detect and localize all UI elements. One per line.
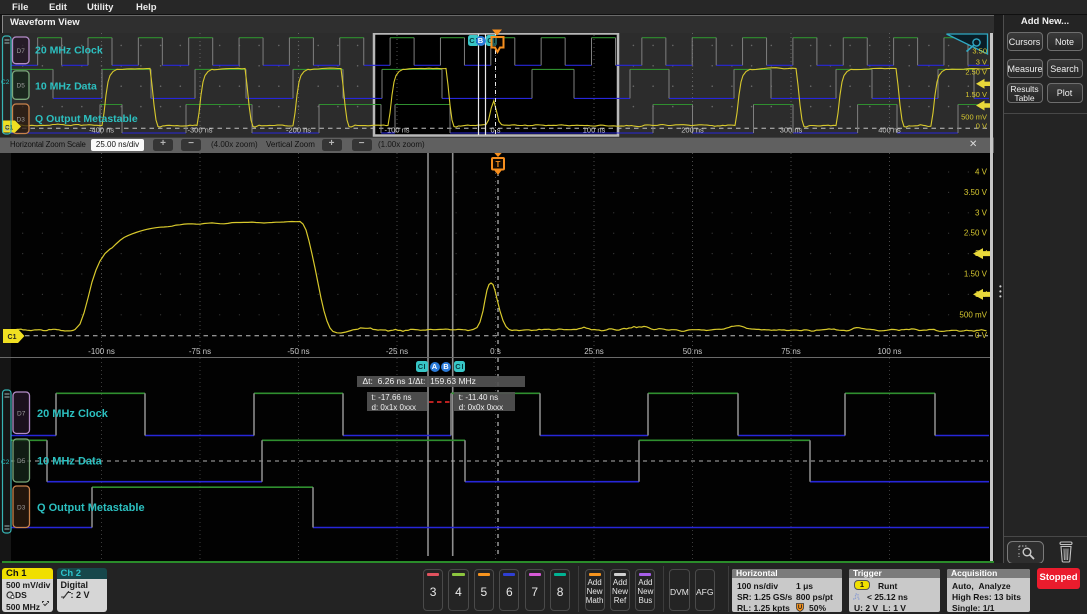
svg-text:D3: D3 <box>17 116 26 123</box>
svg-text:0 V: 0 V <box>975 331 988 340</box>
svg-text:3 V: 3 V <box>975 208 988 217</box>
svg-text:D7: D7 <box>17 48 26 55</box>
svg-text:75 ns: 75 ns <box>781 347 801 356</box>
svg-text:D7: D7 <box>17 410 26 417</box>
svg-text:20 MHz Clock: 20 MHz Clock <box>35 45 103 57</box>
svg-text:3.50 V: 3.50 V <box>964 188 988 197</box>
svg-text:0 s: 0 s <box>490 347 501 356</box>
svg-text:D3: D3 <box>17 504 26 511</box>
svg-text:500 mV: 500 mV <box>961 113 987 122</box>
svg-text:0 s: 0 s <box>490 126 500 135</box>
svg-text:T: T <box>496 160 501 169</box>
svg-text:100 ns: 100 ns <box>877 347 901 356</box>
svg-text:Q Output Metastable: Q Output Metastable <box>37 502 145 514</box>
svg-text:4 V: 4 V <box>975 168 988 177</box>
svg-text:20 MHz Clock: 20 MHz Clock <box>37 408 109 420</box>
svg-text:U: U <box>798 605 802 611</box>
svg-text:100 ns: 100 ns <box>583 126 606 135</box>
svg-text:400 ns: 400 ns <box>878 126 901 135</box>
svg-text:200 ns: 200 ns <box>681 126 704 135</box>
svg-text:-400 ns: -400 ns <box>89 126 114 135</box>
svg-text:3.50: 3.50 <box>972 47 987 56</box>
svg-text:10 MHz Data: 10 MHz Data <box>35 81 97 93</box>
svg-text:2.50 V: 2.50 V <box>964 229 988 238</box>
svg-text:300 ns: 300 ns <box>780 126 803 135</box>
svg-text:-50 ns: -50 ns <box>287 347 309 356</box>
svg-text:-200 ns: -200 ns <box>286 126 311 135</box>
svg-text:D5: D5 <box>17 83 26 90</box>
svg-text:-100 ns: -100 ns <box>88 347 115 356</box>
svg-text:-100 ns: -100 ns <box>384 126 409 135</box>
svg-text:50 ns: 50 ns <box>683 347 703 356</box>
svg-text:2.50 V: 2.50 V <box>965 68 987 77</box>
svg-text:1.50 V: 1.50 V <box>964 270 988 279</box>
svg-text:10 MHz Data: 10 MHz Data <box>37 456 103 468</box>
svg-text:C1: C1 <box>8 334 17 341</box>
svg-text:-300 ns: -300 ns <box>187 126 212 135</box>
svg-text:25 ns: 25 ns <box>584 347 604 356</box>
svg-text:3 V: 3 V <box>976 57 987 66</box>
svg-text:-25 ns: -25 ns <box>386 347 408 356</box>
svg-text:-75 ns: -75 ns <box>189 347 211 356</box>
svg-text:0 V: 0 V <box>976 122 987 131</box>
svg-text:1.50 V: 1.50 V <box>965 90 987 99</box>
svg-text:D5: D5 <box>17 458 26 465</box>
svg-text:500 mV: 500 mV <box>959 310 987 319</box>
svg-text:Q Output Metastable: Q Output Metastable <box>35 113 138 125</box>
